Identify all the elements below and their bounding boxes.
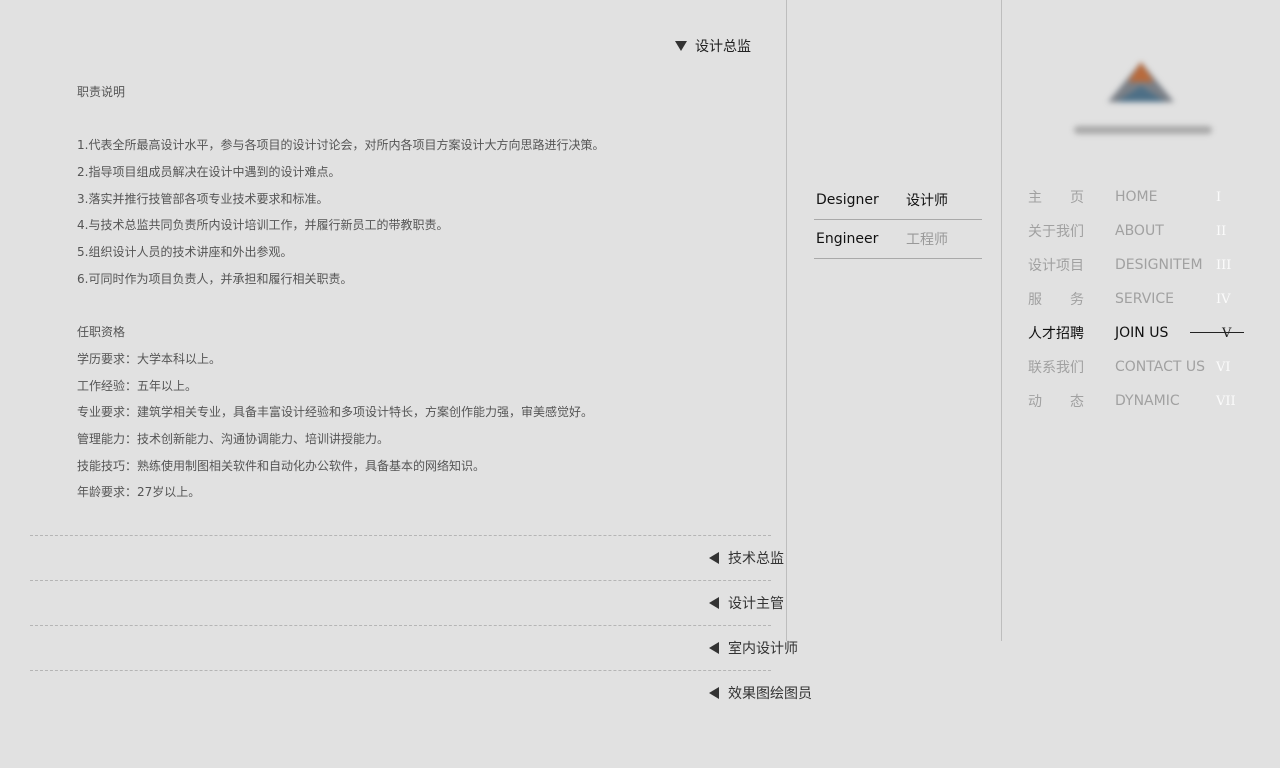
nav-cn-label: 服 务 bbox=[1028, 292, 1084, 308]
nav-cn-label: 设计项目 bbox=[1028, 258, 1084, 274]
position-label: 技术总监 bbox=[728, 551, 784, 567]
position-item-design-supervisor[interactable]: 设计主管 bbox=[30, 581, 784, 625]
qualification-item: 管理能力：技术创新能力、沟通协调能力、培训讲授能力。 bbox=[77, 431, 390, 446]
nav-item-join-us[interactable]: 人才招聘 JOIN US V bbox=[1028, 316, 1258, 350]
column-divider bbox=[1001, 0, 1002, 641]
logo-mark-icon bbox=[1108, 62, 1174, 102]
triangle-left-icon bbox=[709, 687, 719, 699]
position-item-tech-director[interactable]: 技术总监 bbox=[30, 536, 784, 580]
nav-cn-label: 联系我们 bbox=[1028, 360, 1084, 376]
active-indicator-line bbox=[1190, 332, 1244, 333]
category-designer[interactable]: Designer 设计师 bbox=[814, 181, 982, 220]
nav-en-label: JOIN US bbox=[1115, 325, 1169, 341]
nav-numeral: V bbox=[1222, 325, 1232, 341]
nav-cn-label: 人才招聘 bbox=[1028, 326, 1084, 342]
main-nav: 主 页 HOME I 关于我们 ABOUT II 设计项目 DESIGNITEM… bbox=[1028, 180, 1258, 418]
category-engineer[interactable]: Engineer 工程师 bbox=[814, 220, 982, 259]
nav-numeral: VI bbox=[1216, 359, 1231, 375]
logo[interactable] bbox=[1070, 58, 1216, 150]
category-en-label: Designer bbox=[816, 192, 879, 208]
category-cn-label: 设计师 bbox=[906, 193, 948, 209]
category-cn-label: 工程师 bbox=[906, 232, 948, 248]
nav-en-label: CONTACT US bbox=[1115, 359, 1205, 375]
section-heading-duties: 职责说明 bbox=[77, 85, 126, 99]
qualification-item: 学历要求：大学本科以上。 bbox=[77, 351, 222, 366]
nav-item-service[interactable]: 服 务 SERVICE IV bbox=[1028, 282, 1258, 316]
column-divider bbox=[786, 0, 787, 641]
logo-text-blurred bbox=[1074, 126, 1212, 134]
duty-item: 6.可同时作为项目负责人，并承担和履行相关职责。 bbox=[77, 271, 353, 286]
triangle-left-icon bbox=[709, 642, 719, 654]
nav-en-label: DYNAMIC bbox=[1115, 393, 1180, 409]
duty-item: 4.与技术总监共同负责所内设计培训工作，并履行新员工的带教职责。 bbox=[77, 218, 449, 233]
nav-numeral: I bbox=[1216, 189, 1222, 205]
nav-en-label: SERVICE bbox=[1115, 291, 1175, 307]
nav-item-home[interactable]: 主 页 HOME I bbox=[1028, 180, 1258, 214]
category-list: Designer 设计师 Engineer 工程师 bbox=[814, 181, 982, 259]
section-heading-qualifications: 任职资格 bbox=[77, 325, 126, 340]
duty-item: 3.落实并推行技管部各项专业技术要求和标准。 bbox=[77, 191, 329, 206]
category-en-label: Engineer bbox=[816, 231, 879, 247]
qualification-item: 专业要求：建筑学相关专业，具备丰富设计经验和多项设计特长，方案创作能力强，审美感… bbox=[77, 405, 594, 420]
qualification-item: 年龄要求：27岁以上。 bbox=[77, 485, 201, 500]
qualification-item: 工作经验：五年以上。 bbox=[77, 378, 198, 393]
position-label: 效果图绘图员 bbox=[728, 686, 812, 702]
nav-item-dynamic[interactable]: 动 态 DYNAMIC VII bbox=[1028, 384, 1258, 418]
nav-en-label: ABOUT bbox=[1115, 223, 1164, 239]
duty-item: 2.指导项目组成员解决在设计中遇到的设计难点。 bbox=[77, 165, 341, 180]
nav-item-designitem[interactable]: 设计项目 DESIGNITEM III bbox=[1028, 248, 1258, 282]
nav-item-contact[interactable]: 联系我们 CONTACT US VI bbox=[1028, 350, 1258, 384]
position-label: 室内设计师 bbox=[728, 641, 798, 657]
current-position-toggle[interactable]: 设计总监 bbox=[675, 36, 751, 56]
triangle-left-icon bbox=[709, 597, 719, 609]
position-label: 设计主管 bbox=[728, 596, 784, 612]
job-detail-panel: 设计总监 职责说明 1.代表全所最高设计水平，参与各项目的设计讨论会，对所内各项… bbox=[0, 0, 812, 768]
position-item-interior-designer[interactable]: 室内设计师 bbox=[30, 626, 798, 670]
nav-cn-label: 主 页 bbox=[1028, 190, 1084, 206]
nav-cn-label: 关于我们 bbox=[1028, 224, 1084, 240]
nav-numeral: IV bbox=[1216, 291, 1231, 307]
triangle-down-icon bbox=[675, 41, 687, 51]
position-item-rendering-artist[interactable]: 效果图绘图员 bbox=[30, 671, 812, 715]
duty-item: 5.组织设计人员的技术讲座和外出参观。 bbox=[77, 245, 293, 260]
nav-en-label: DESIGNITEM bbox=[1115, 257, 1203, 273]
duty-item: 1.代表全所最高设计水平，参与各项目的设计讨论会，对所内各项目方案设计大方向思路… bbox=[77, 138, 605, 153]
nav-numeral: VII bbox=[1216, 393, 1236, 409]
nav-numeral: III bbox=[1216, 257, 1232, 273]
other-positions-list: 技术总监 设计主管 室内设计师 效果图绘图员 bbox=[30, 535, 812, 715]
current-position-title: 设计总监 bbox=[695, 39, 751, 55]
qualification-item: 技能技巧：熟练使用制图相关软件和自动化办公软件，具备基本的网络知识。 bbox=[77, 458, 486, 473]
nav-en-label: HOME bbox=[1115, 189, 1158, 205]
triangle-left-icon bbox=[709, 552, 719, 564]
nav-numeral: II bbox=[1216, 223, 1227, 239]
nav-cn-label: 动 态 bbox=[1028, 394, 1084, 410]
nav-item-about[interactable]: 关于我们 ABOUT II bbox=[1028, 214, 1258, 248]
job-description: 职责说明 1.代表全所最高设计水平，参与各项目的设计讨论会，对所内各项目方案设计… bbox=[77, 79, 757, 506]
